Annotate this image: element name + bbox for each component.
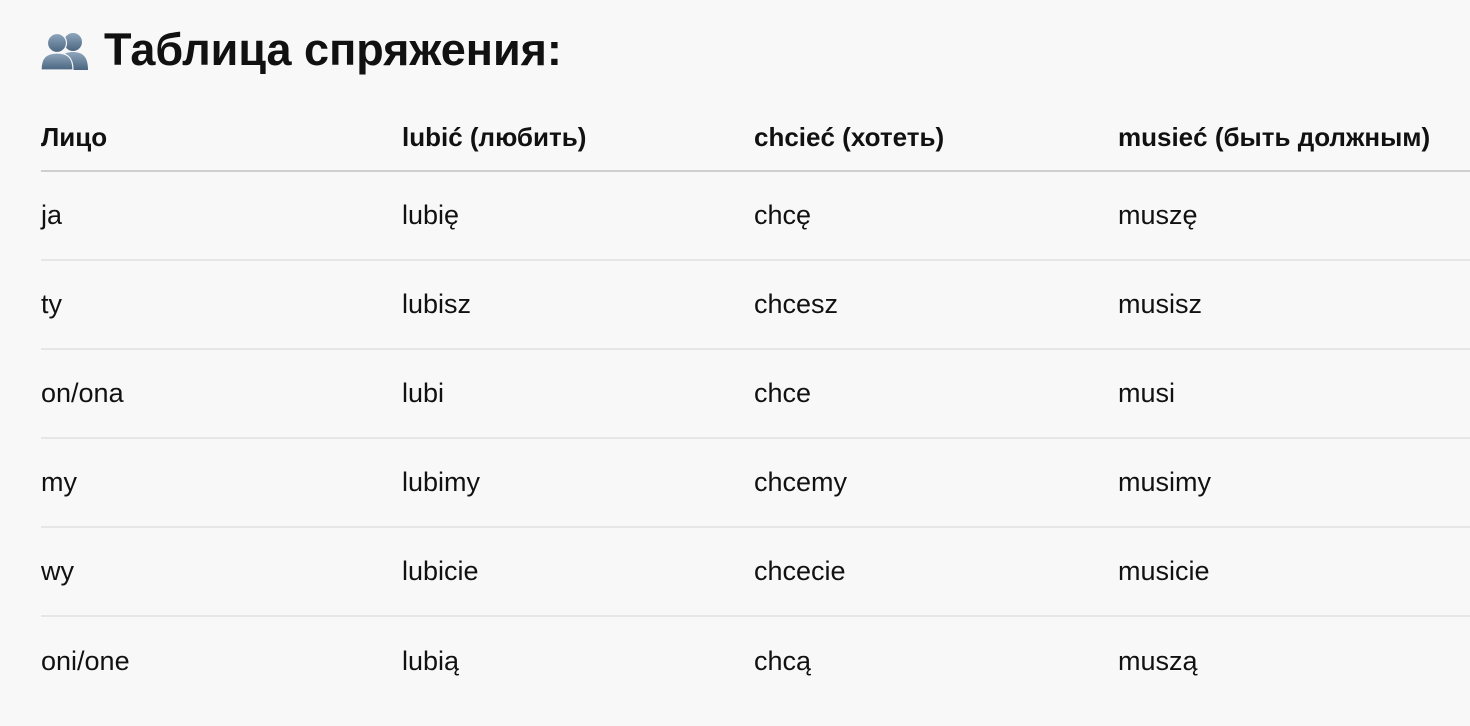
table-cell: chcecie [754, 556, 846, 586]
table-cell: musimy [1118, 467, 1211, 497]
page-title: Таблица спряжения: [40, 20, 562, 80]
table-cell: chcą [754, 646, 812, 676]
table-cell: chcemy [754, 467, 848, 497]
table-cell: lubimy [402, 467, 481, 497]
conjugation-table: Лицо lubić (любить) chcieć (хотеть) musi… [41, 105, 1470, 706]
table-cell: chce [754, 378, 812, 408]
table-cell: musisz [1118, 289, 1203, 319]
column-header: musieć (быть должным) [1118, 122, 1431, 152]
table-cell: muszę [1118, 200, 1198, 230]
page: Таблица спряжения: Лицо lubić (любить) c… [0, 0, 1470, 726]
table-cell: lubią [402, 646, 460, 676]
table-cell: lubię [402, 200, 460, 230]
table-row: wy lubicie chcecie musicie [41, 528, 1470, 617]
table-row: ja lubię chcę muszę [41, 172, 1470, 261]
table-cell: ty [41, 289, 63, 319]
column-header: lubić (любить) [402, 122, 587, 152]
table-row: oni/one lubią chcą muszą [41, 617, 1470, 706]
table-cell: my [41, 467, 77, 497]
table-cell: musi [1118, 378, 1176, 408]
table-row: ty lubisz chcesz musisz [41, 261, 1470, 350]
table-cell: ja [41, 200, 63, 230]
table-header-row: Лицо lubić (любить) chcieć (хотеть) musi… [41, 105, 1470, 172]
table-cell: on/ona [41, 378, 124, 408]
table-cell: chcę [754, 200, 812, 230]
column-header: Лицо [41, 122, 108, 152]
table-cell: wy [41, 556, 74, 586]
page-title-text: Таблица спряжения: [104, 24, 562, 75]
table-cell: oni/one [41, 646, 130, 676]
column-header: chcieć (хотеть) [754, 122, 945, 152]
table-cell: musicie [1118, 556, 1210, 586]
table-row: on/ona lubi chce musi [41, 350, 1470, 439]
table-cell: lubicie [402, 556, 479, 586]
table-row: my lubimy chcemy musimy [41, 439, 1470, 528]
two-people-silhouette-icon [40, 32, 88, 70]
table-cell: lubisz [402, 289, 472, 319]
table-cell: lubi [402, 378, 445, 408]
table-cell: chcesz [754, 289, 839, 319]
table-cell: muszą [1118, 646, 1198, 676]
